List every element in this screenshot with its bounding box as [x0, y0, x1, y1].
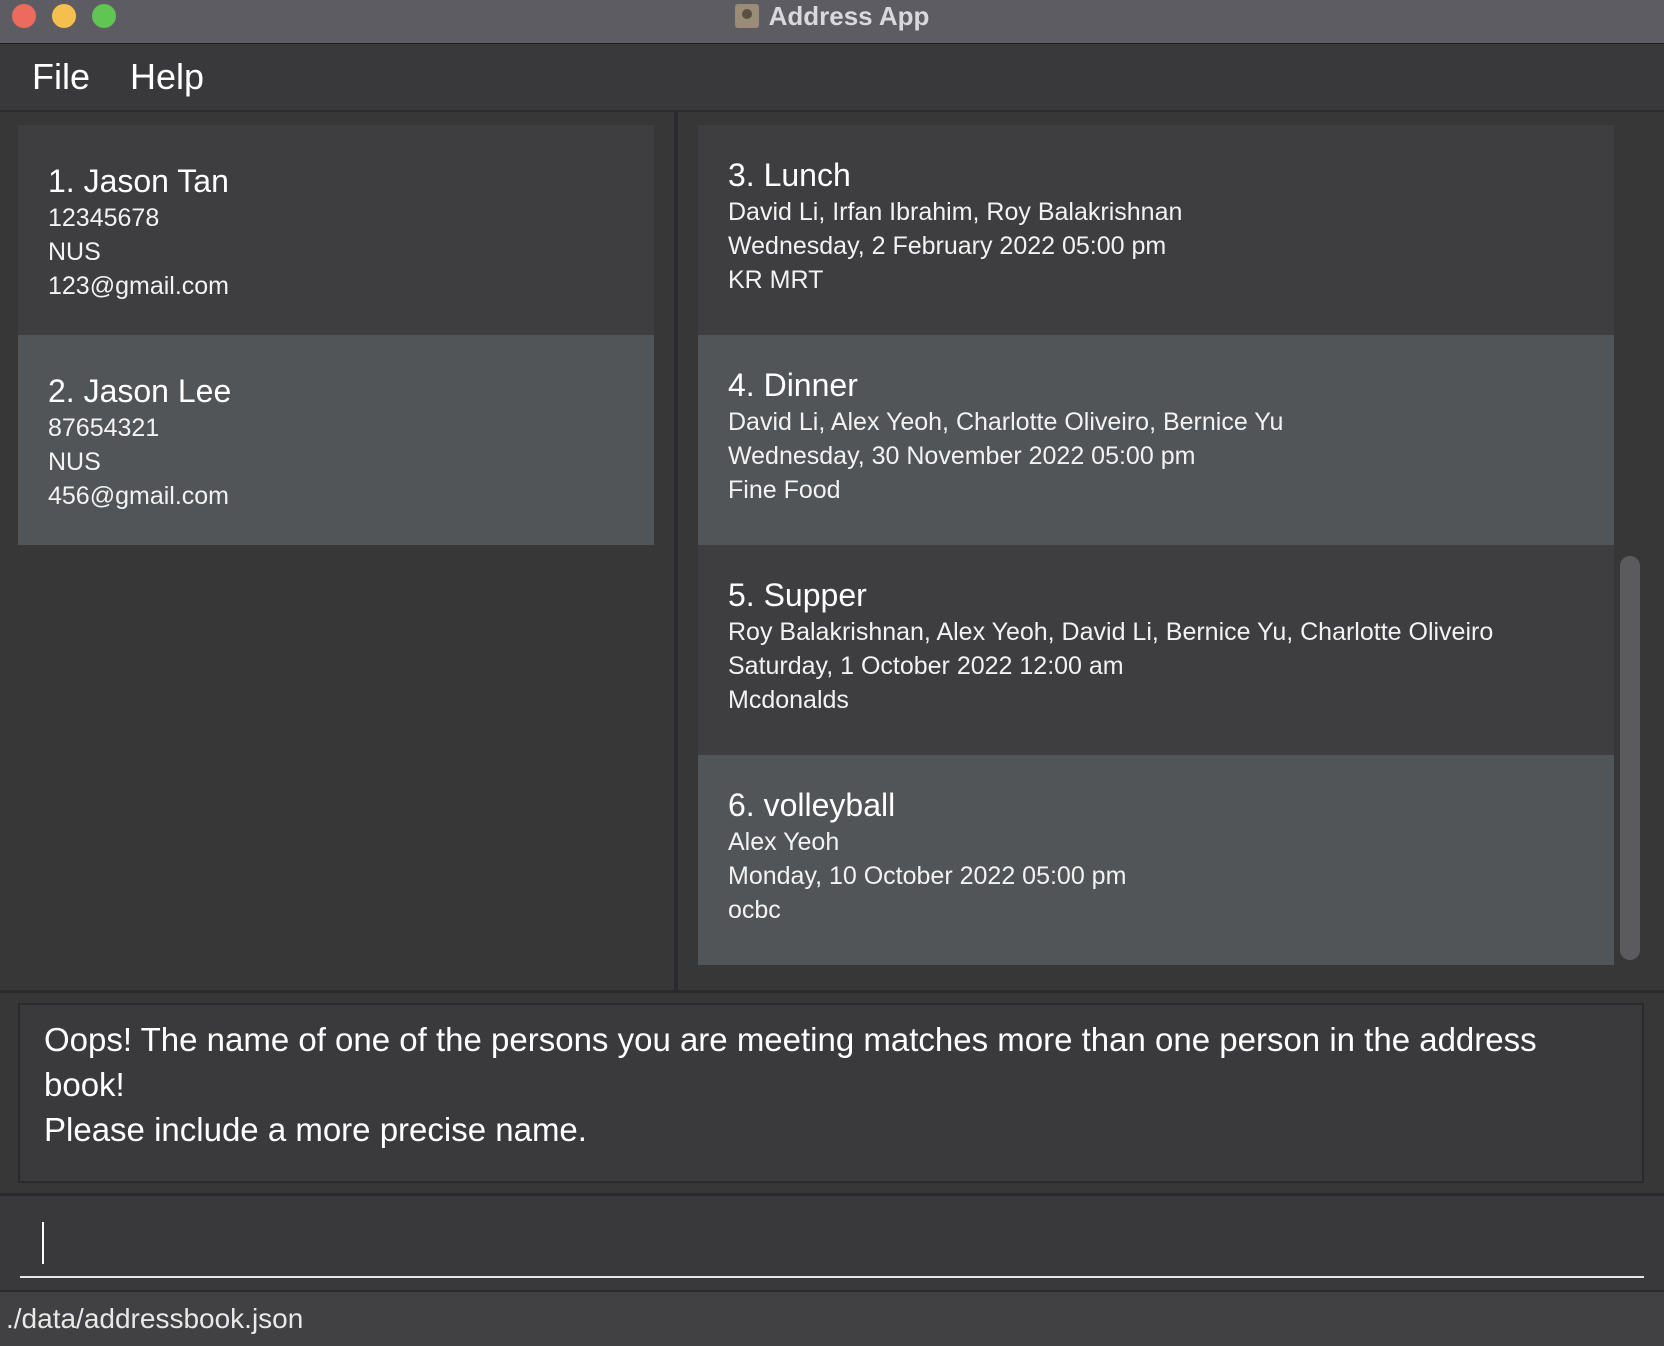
event-datetime: Wednesday, 2 February 2022 05:00 pm [728, 232, 1167, 260]
event-location: Fine Food [728, 476, 841, 504]
window-title-group: Address App [0, 0, 1664, 32]
event-datetime: Monday, 10 October 2022 05:00 pm [728, 862, 1127, 890]
command-box-panel [0, 1196, 1664, 1290]
menu-file[interactable]: File [32, 56, 90, 98]
event-location: Mcdonalds [728, 686, 849, 714]
person-card[interactable]: 2. Jason Lee 87654321 NUS 456@gmail.com [18, 335, 654, 545]
event-people: Roy Balakrishnan, Alex Yeoh, David Li, B… [728, 618, 1494, 646]
event-list-panel[interactable]: 3. Lunch David Li, Irfan Ibrahim, Roy Ba… [678, 112, 1664, 990]
event-location: ocbc [728, 896, 781, 924]
text-caret [42, 1222, 44, 1264]
event-datetime: Wednesday, 30 November 2022 05:00 pm [728, 442, 1196, 470]
result-display-panel: Oops! The name of one of the persons you… [0, 993, 1664, 1193]
event-list-scrollbar[interactable] [1620, 556, 1640, 960]
person-card[interactable]: 1. Jason Tan 12345678 NUS 123@gmail.com [18, 125, 654, 335]
result-display-box[interactable]: Oops! The name of one of the persons you… [18, 1003, 1644, 1183]
person-email: 456@gmail.com [48, 482, 230, 510]
event-people: Alex Yeoh [728, 828, 840, 856]
status-bar: ./data/addressbook.json [0, 1290, 1664, 1346]
person-phone: 87654321 [48, 414, 160, 442]
person-phone: 12345678 [48, 204, 160, 232]
event-card[interactable]: 6. volleyball Alex Yeoh Monday, 10 Octob… [698, 755, 1614, 965]
person-list-panel[interactable]: 1. Jason Tan 12345678 NUS 123@gmail.com … [0, 112, 674, 990]
person-name: 1. Jason Tan [48, 163, 229, 199]
window-title: Address App [768, 0, 930, 31]
person-address: NUS [48, 238, 101, 266]
event-people: David Li, Irfan Ibrahim, Roy Balakrishna… [728, 198, 1183, 226]
event-title: 5. Supper [728, 577, 867, 613]
title-bar: Address App [0, 0, 1664, 44]
event-title: 6. volleyball [728, 787, 896, 823]
address-book-icon [734, 4, 759, 28]
event-card[interactable]: 3. Lunch David Li, Irfan Ibrahim, Roy Ba… [698, 125, 1614, 335]
save-file-path: ./data/addressbook.json [6, 1303, 304, 1334]
event-title: 3. Lunch [728, 157, 851, 193]
person-name: 2. Jason Lee [48, 373, 232, 409]
person-email: 123@gmail.com [48, 272, 230, 300]
address-app-window: Address App File Help 1. Jason Tan 12345… [0, 0, 1664, 1346]
command-input[interactable] [20, 1208, 1644, 1278]
menu-bar: File Help [0, 44, 1664, 112]
event-card[interactable]: 4. Dinner David Li, Alex Yeoh, Charlotte… [698, 335, 1614, 545]
event-datetime: Saturday, 1 October 2022 12:00 am [728, 652, 1124, 680]
event-title: 4. Dinner [728, 367, 858, 403]
person-address: NUS [48, 448, 101, 476]
result-message: Oops! The name of one of the persons you… [44, 1021, 1537, 1148]
event-location: KR MRT [728, 266, 824, 294]
event-card[interactable]: 5. Supper Roy Balakrishnan, Alex Yeoh, D… [698, 545, 1614, 755]
event-people: David Li, Alex Yeoh, Charlotte Oliveiro,… [728, 408, 1284, 436]
menu-help[interactable]: Help [130, 56, 204, 98]
